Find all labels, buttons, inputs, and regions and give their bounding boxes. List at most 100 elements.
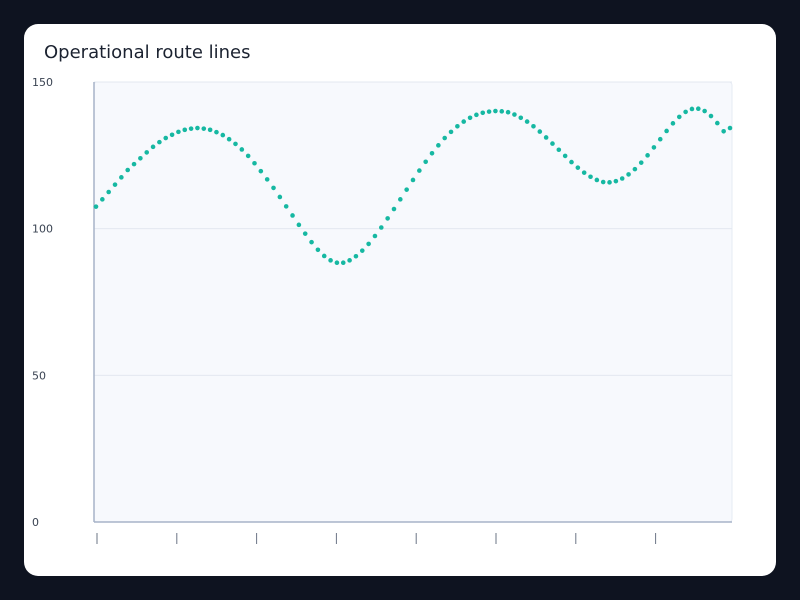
- data-point: [619, 176, 625, 181]
- data-point: [417, 168, 422, 173]
- data-point: [138, 155, 143, 161]
- data-point: [150, 144, 156, 150]
- data-point: [562, 153, 568, 159]
- y-tick-label: 150: [32, 76, 53, 89]
- data-point: [512, 112, 517, 117]
- chart-plot: 0 50 100 150: [32, 76, 733, 544]
- data-point: [543, 135, 549, 140]
- data-point: [588, 174, 593, 180]
- data-point: [347, 258, 352, 263]
- data-point: [296, 222, 302, 228]
- data-point: [309, 239, 314, 245]
- data-point: [410, 177, 416, 183]
- data-point: [302, 231, 308, 236]
- data-point: [689, 106, 695, 112]
- data-point: [169, 132, 175, 138]
- data-point: [455, 123, 460, 129]
- data-point: [359, 248, 365, 253]
- data-point: [670, 121, 676, 126]
- data-point: [626, 172, 631, 177]
- data-point: [340, 260, 346, 265]
- data-point: [391, 206, 397, 212]
- data-point: [727, 125, 733, 131]
- data-point: [125, 167, 130, 173]
- data-point: [708, 113, 714, 119]
- data-point: [607, 180, 612, 185]
- data-point: [131, 161, 137, 167]
- data-point: [594, 177, 600, 183]
- data-point: [581, 170, 587, 175]
- data-point: [372, 233, 378, 239]
- data-point: [106, 189, 111, 195]
- data-point: [613, 178, 619, 184]
- data-point: [436, 143, 441, 148]
- data-point: [676, 114, 682, 120]
- data-point: [493, 108, 498, 114]
- data-point: [264, 177, 270, 182]
- data-point: [696, 106, 701, 111]
- data-point: [258, 168, 264, 174]
- data-point: [645, 153, 650, 158]
- data-point: [277, 194, 283, 200]
- data-point: [537, 129, 543, 134]
- data-point: [398, 197, 403, 202]
- data-point: [651, 145, 657, 150]
- data-point: [524, 119, 530, 124]
- data-point: [195, 125, 200, 131]
- data-point: [207, 127, 213, 133]
- data-point: [245, 153, 251, 159]
- data-point: [112, 182, 118, 187]
- data-point: [321, 253, 327, 259]
- data-point: [353, 253, 359, 259]
- data-point: [93, 204, 99, 209]
- data-point: [480, 110, 486, 116]
- data-point: [220, 132, 226, 138]
- data-point: [531, 123, 536, 129]
- data-point: [632, 166, 638, 172]
- data-point: [188, 126, 194, 131]
- data-point: [600, 179, 606, 185]
- data-point: [664, 128, 669, 134]
- data-point: [429, 150, 435, 156]
- y-tick-label: 0: [32, 516, 39, 529]
- data-point: [163, 135, 169, 141]
- data-point: [702, 108, 707, 114]
- data-point: [657, 136, 663, 142]
- data-point: [176, 129, 181, 135]
- data-point: [119, 175, 124, 180]
- data-point: [226, 136, 232, 142]
- data-point: [467, 115, 473, 121]
- data-point: [214, 129, 219, 135]
- data-point: [271, 185, 276, 191]
- data-point: [518, 115, 524, 121]
- chart-card: Operational route lines 0 50 100 150: [24, 24, 776, 576]
- data-point: [233, 141, 238, 147]
- data-point: [328, 258, 333, 263]
- data-point: [505, 109, 511, 115]
- y-tick-label: 50: [32, 369, 46, 382]
- data-point: [638, 160, 644, 165]
- data-point: [499, 109, 505, 114]
- data-point: [474, 112, 479, 118]
- data-point: [715, 120, 720, 126]
- data-point: [201, 126, 207, 131]
- data-point: [252, 160, 257, 166]
- data-point: [100, 197, 105, 202]
- data-point: [486, 109, 492, 114]
- data-point: [575, 165, 581, 170]
- data-point: [379, 225, 384, 230]
- data-point: [157, 139, 162, 145]
- data-point: [404, 187, 409, 192]
- data-point: [366, 241, 371, 247]
- data-point: [721, 128, 726, 134]
- data-point: [683, 109, 688, 115]
- data-point: [550, 141, 555, 146]
- data-point: [442, 135, 448, 141]
- data-point: [569, 159, 574, 165]
- data-point: [385, 216, 390, 221]
- y-tick-label: 100: [32, 223, 53, 236]
- data-point: [182, 127, 188, 133]
- data-point: [334, 260, 340, 265]
- data-point: [423, 159, 428, 165]
- data-point: [283, 204, 289, 209]
